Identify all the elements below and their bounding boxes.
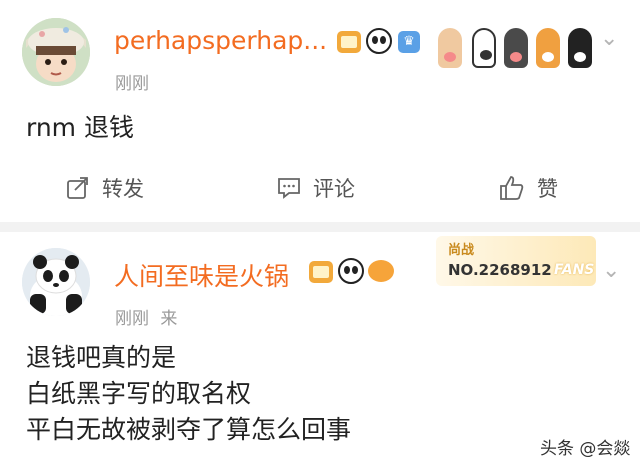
panda-badge-icon: [366, 28, 392, 54]
post-time: 刚刚: [115, 74, 149, 94]
post-text-line: 退钱吧真的是: [26, 343, 177, 372]
like-button[interactable]: 赞: [499, 165, 558, 211]
post-card: perhapsperhap... ♛ ⌄ 刚刚 rnm 退钱 转发 评论 赞: [0, 0, 640, 222]
fans-number: NO.2268912: [448, 261, 552, 279]
fans-badge[interactable]: 尚战 NO.2268912 FANS: [436, 236, 596, 286]
chevron-down-icon[interactable]: ⌄: [600, 26, 618, 51]
post-text: 退钱吧真的是 白纸黑字写的取名权 平白无故被剥夺了算怎么回事: [26, 340, 351, 448]
crown-badge-icon: [337, 31, 361, 53]
comment-button[interactable]: 评论: [277, 165, 355, 211]
post-separator: [0, 222, 640, 232]
post-meta: 刚刚 来: [115, 304, 177, 329]
post-time: 刚刚: [115, 309, 149, 329]
fans-rank: 尚战: [448, 243, 475, 258]
paw-decoration-icon: [434, 8, 594, 68]
watermark: 头条 @会燚: [540, 439, 631, 459]
repost-label: 转发: [102, 177, 144, 201]
repost-icon: [67, 177, 88, 199]
fans-label: FANS: [554, 262, 595, 278]
action-bar: 转发 评论 赞: [0, 165, 640, 211]
repost-button[interactable]: 转发: [66, 165, 144, 211]
avatar[interactable]: [22, 18, 90, 86]
username[interactable]: 人间至味是火锅: [114, 257, 289, 293]
panda-badge-icon: [338, 258, 364, 284]
vip-badge-icon: ♛: [398, 31, 420, 53]
avatar-image: [22, 248, 90, 316]
post-source: 来: [160, 309, 178, 329]
comment-icon: [278, 178, 300, 199]
avatar[interactable]: [22, 248, 90, 316]
crown-badge-icon: [309, 261, 333, 283]
post-text-line: 平白无故被剥夺了算怎么回事: [26, 415, 352, 444]
like-label: 赞: [537, 177, 558, 201]
fish-badge-icon: [368, 260, 394, 282]
post-text-line: 白纸黑字写的取名权: [26, 379, 252, 408]
avatar-image: [22, 18, 90, 86]
post-text-line: rnm 退钱: [26, 113, 134, 142]
post-text: rnm 退钱: [26, 110, 134, 146]
thumbs-up-icon: [500, 176, 524, 200]
comment-label: 评论: [313, 177, 355, 201]
username[interactable]: perhapsperhap...: [114, 26, 327, 55]
chevron-down-icon[interactable]: ⌄: [602, 258, 620, 283]
